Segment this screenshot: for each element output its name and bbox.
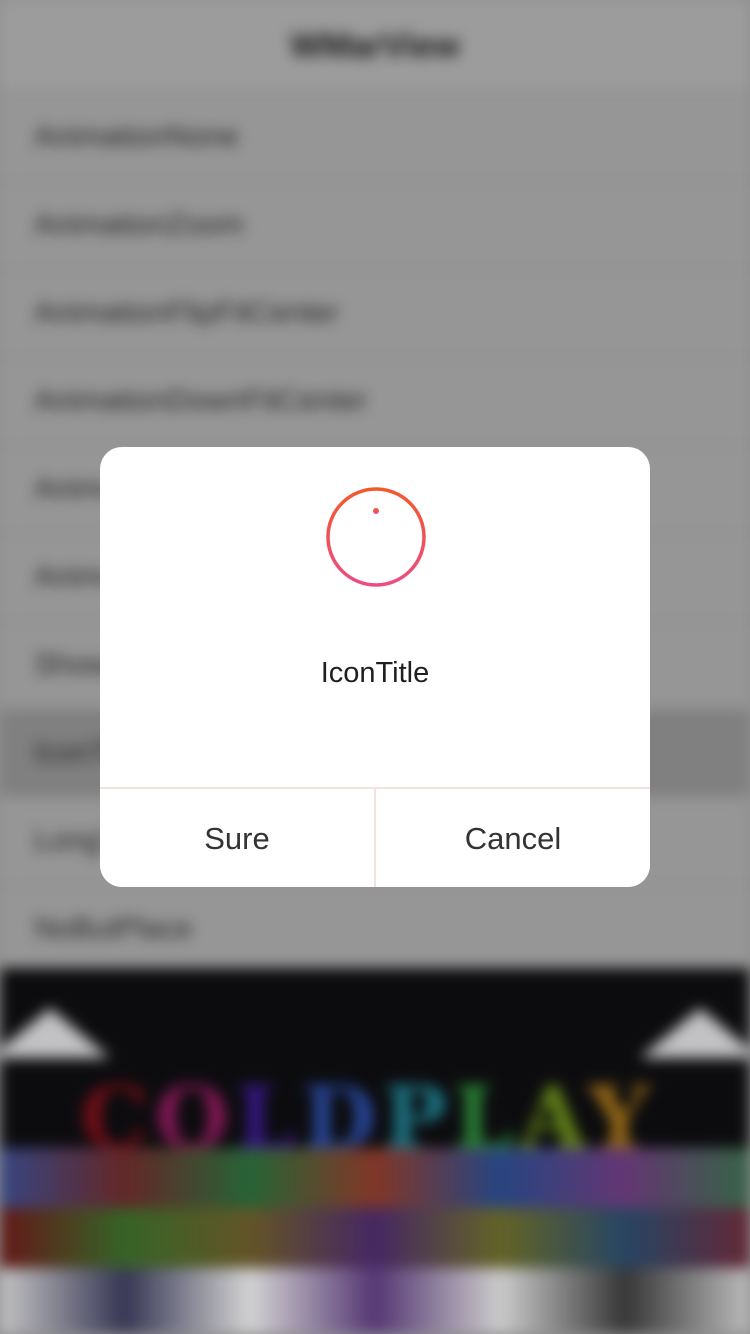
alert-title: IconTitle: [320, 657, 430, 689]
alert-button-bar: Sure Cancel: [100, 787, 650, 887]
cancel-button[interactable]: Cancel: [376, 789, 650, 887]
screen: WMarView AnimationNone AnimationZoom Ani…: [0, 0, 750, 1334]
info-circle-icon: [326, 487, 426, 587]
sure-button[interactable]: Sure: [100, 789, 374, 887]
alert-dialog: IconTitle Sure Cancel: [100, 447, 650, 887]
